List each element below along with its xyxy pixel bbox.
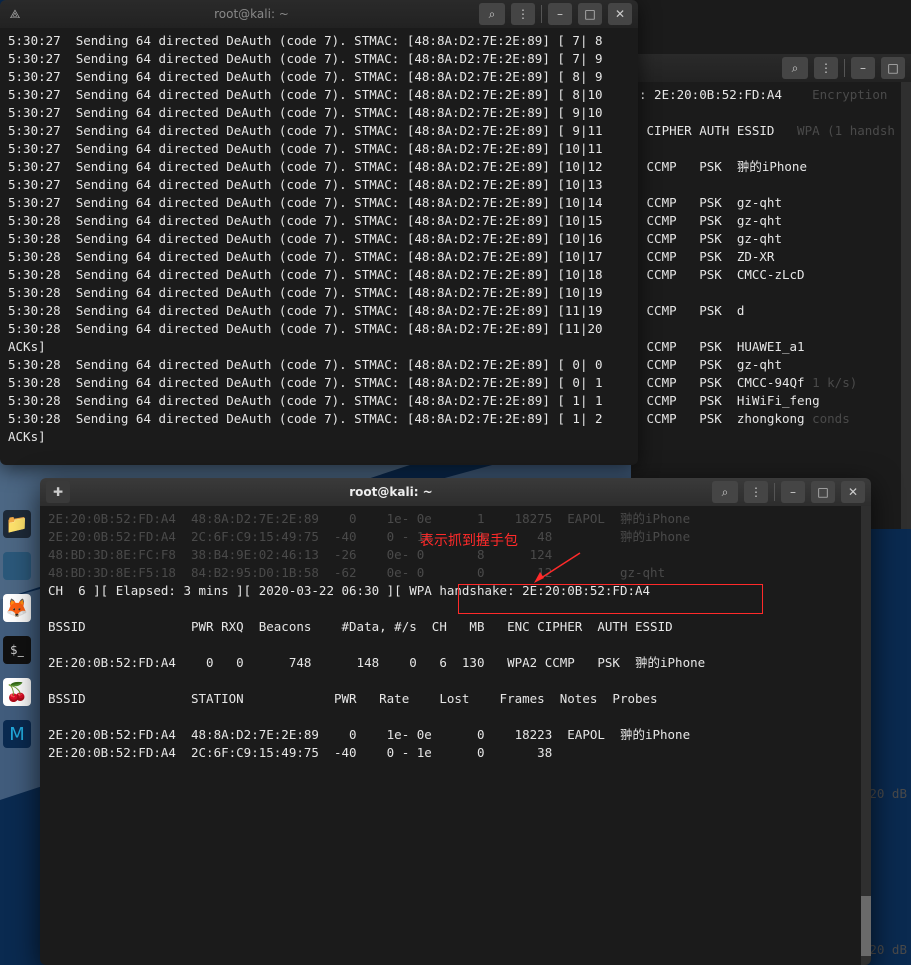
terminal-output[interactable]: : 2E:20:0B:52:FD:A4 Encryption CIPHER AU… (631, 82, 911, 529)
dock-firefox-icon[interactable]: 🦊 (3, 594, 31, 622)
titlebar[interactable]: ⟁ root@kali: ~ ⌕ ⋮ – □ ✕ (0, 0, 638, 28)
dock-app-icon[interactable] (3, 552, 31, 580)
dock-terminal-icon[interactable]: $_ (3, 636, 31, 664)
terminal-output[interactable]: 2E:20:0B:52:FD:A4 48:8A:D2:7E:2E:89 0 1e… (40, 506, 871, 965)
kali-logo-icon: ⟁ (6, 5, 24, 23)
search-button[interactable]: ⌕ (712, 481, 738, 503)
maximize-button[interactable]: □ (578, 3, 602, 25)
dock-metasploit-icon[interactable]: M (3, 720, 31, 748)
terminal-window-deauth: ⟁ root@kali: ~ ⌕ ⋮ – □ ✕ 5:30:27 Sending… (0, 0, 638, 465)
window-title: root@kali: ~ (76, 485, 706, 499)
titlebar[interactable]: ⌕ ⋮ – □ (631, 54, 911, 82)
maximize-button[interactable]: □ (811, 481, 835, 503)
scrollbar-thumb[interactable] (861, 896, 871, 956)
search-button[interactable]: ⌕ (479, 3, 505, 25)
menu-button[interactable]: ⋮ (744, 481, 768, 503)
ghost-text: 20 dB (869, 942, 907, 957)
ghost-text: 20 dB (869, 786, 907, 801)
annotation-arrow-icon (530, 548, 590, 588)
annotation-label: 表示抓到握手包 (420, 530, 518, 550)
minimize-button[interactable]: – (851, 57, 875, 79)
dock-cherrytree-icon[interactable]: 🍒 (3, 678, 31, 706)
desktop-dock: 📁 🦊 $_ 🍒 M (0, 470, 34, 748)
menu-button[interactable]: ⋮ (511, 3, 535, 25)
minimize-button[interactable]: – (548, 3, 572, 25)
window-title: root@kali: ~ (30, 7, 473, 21)
terminal-window-airodump: ✚ root@kali: ~ ⌕ ⋮ – □ ✕ 2E:20:0B:52:FD:… (40, 478, 871, 965)
annotation-highlight-box (458, 584, 763, 614)
menu-button[interactable]: ⋮ (814, 57, 838, 79)
maximize-button[interactable]: □ (881, 57, 905, 79)
search-button[interactable]: ⌕ (782, 57, 808, 79)
terminal-window-airodump-bg: ⌕ ⋮ – □ : 2E:20:0B:52:FD:A4 Encryption C… (631, 54, 911, 529)
close-button[interactable]: ✕ (841, 481, 865, 503)
close-button[interactable]: ✕ (608, 3, 632, 25)
titlebar[interactable]: ✚ root@kali: ~ ⌕ ⋮ – □ ✕ (40, 478, 871, 506)
terminal-output[interactable]: 5:30:27 Sending 64 directed DeAuth (code… (0, 28, 638, 465)
dock-files-icon[interactable]: 📁 (3, 510, 31, 538)
minimize-button[interactable]: – (781, 481, 805, 503)
new-tab-button[interactable]: ✚ (46, 481, 70, 503)
